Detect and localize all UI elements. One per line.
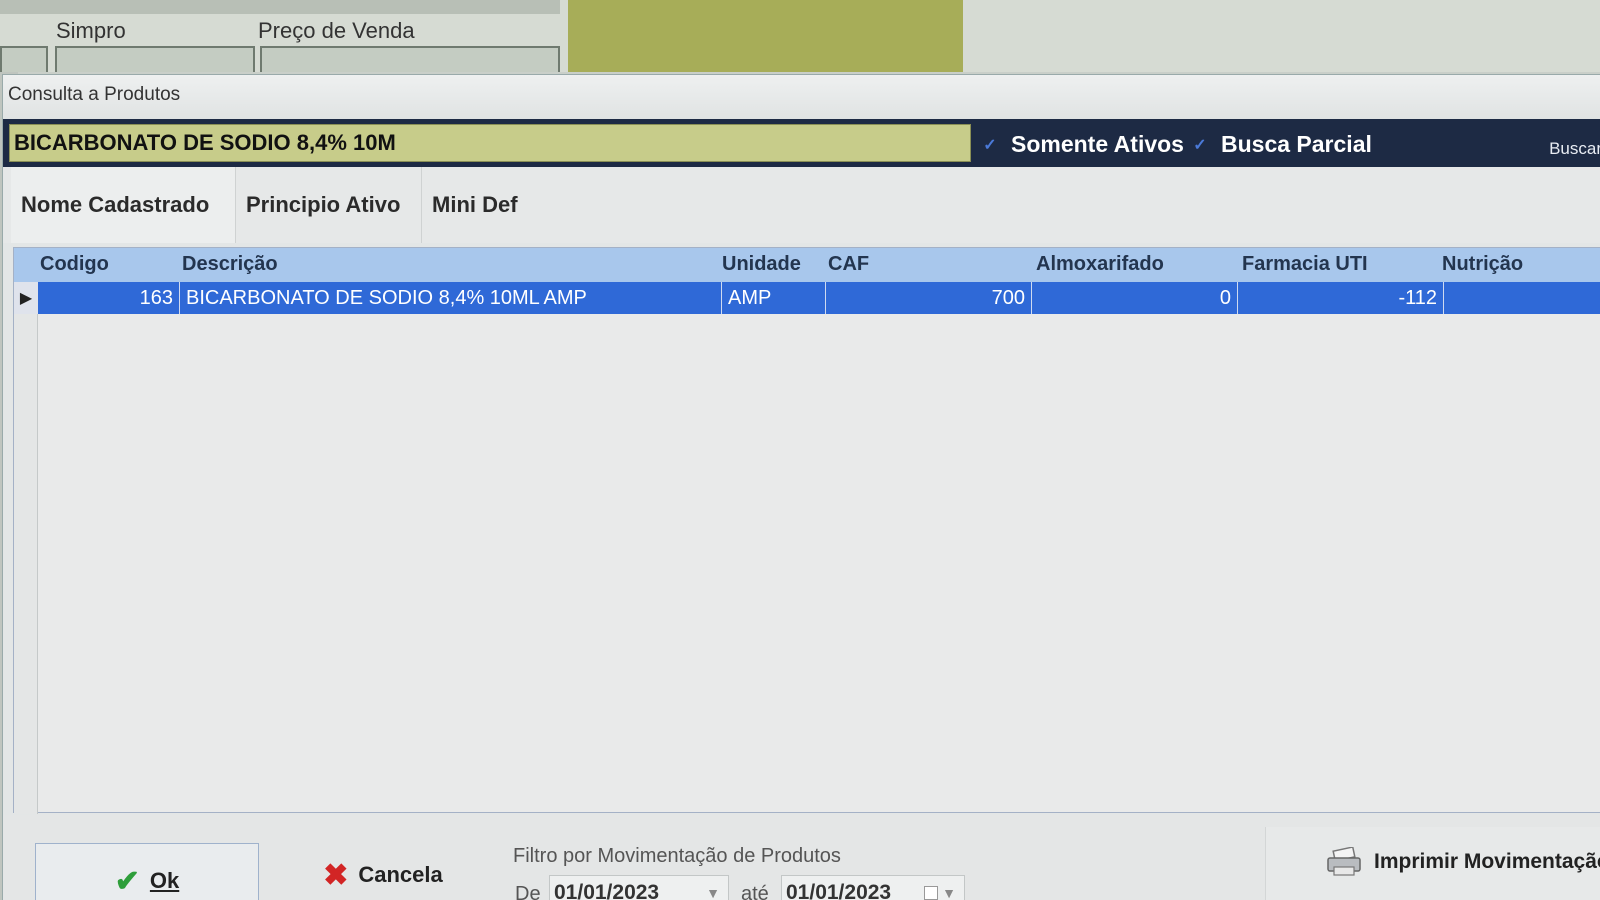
cancel-button[interactable]: ✖ Cancela [313,845,453,900]
column-header-descricao[interactable]: Descrição [182,253,278,276]
tab-nome-cadastrado[interactable]: Nome Cadastrado [11,167,235,243]
checkmark-icon: ✔ [114,864,140,898]
cell-caf[interactable]: 700 [826,282,1032,314]
filter-title: Filtro por Movimentação de Produtos [513,845,841,867]
buscar-button[interactable]: Buscar [1549,139,1600,159]
column-header-unidade[interactable]: Unidade [722,253,801,276]
column-header-farmacia-uti[interactable]: Farmacia UTI [1242,253,1368,276]
somente-ativos-checkbox[interactable]: ✓ Somente Ativos [979,131,1184,158]
cell-almoxarifado[interactable]: 0 [1032,282,1238,314]
date-to-label: até [741,883,769,900]
cell-codigo[interactable]: 163 [38,282,180,314]
date-checkbox[interactable] [924,886,938,900]
ok-button-label: Ok [149,868,180,893]
column-header-almoxarifado[interactable]: Almoxarifado [1036,253,1164,276]
background-field [0,46,48,72]
cell-unidade[interactable]: AMP [722,282,826,314]
table-row[interactable]: ▶ 163 BICARBONATO DE SODIO 8,4% 10ML AMP… [14,282,1600,314]
print-panel: Imprimir Movimentação [1265,827,1600,900]
ok-button[interactable]: ✔ Ok [35,843,259,900]
tab-mini-def[interactable]: Mini Def [421,167,531,243]
column-header-nutricao[interactable]: Nutrição [1442,253,1523,276]
column-header-caf[interactable]: CAF [828,253,869,276]
chevron-down-icon[interactable]: ▼ [706,885,720,900]
products-grid: Codigo Descrição Unidade CAF Almoxarifad… [13,247,1600,814]
busca-parcial-checkbox[interactable]: ✓ Busca Parcial [1189,131,1372,158]
background-green-panel [568,0,963,72]
tab-principio-ativo[interactable]: Principio Ativo [235,167,421,243]
dialog-footer: ✔ Ok ✖ Cancela Filtro por Movimentação d… [3,815,1600,900]
date-from-value: 01/01/2023 [554,881,660,900]
close-icon: ✖ [323,858,349,892]
search-bar: ✓ Somente Ativos ✓ Busca Parcial Buscar [3,119,1600,167]
cell-farmacia-uti[interactable]: -112 [1238,282,1444,314]
printer-icon [1327,847,1361,876]
search-input[interactable] [9,124,971,162]
background-form: Simpro Preço de Venda [0,0,1600,72]
date-from-field[interactable]: 01/01/2023 ▼ [549,875,729,900]
preco-de-venda-label: Preço de Venda [258,18,415,43]
date-to-value: 01/01/2023 [786,881,892,900]
cell-nutricao[interactable] [1444,282,1600,314]
imprimir-movimentacao-label: Imprimir Movimentação [1374,850,1600,873]
simpro-field [55,46,255,72]
search-tabs: Nome Cadastrado Principio Ativo Mini Def [3,167,1600,243]
chevron-down-icon[interactable]: ▼ [942,885,956,900]
preco-de-venda-field [260,46,560,72]
cell-descricao[interactable]: BICARBONATO DE SODIO 8,4% 10ML AMP [180,282,722,314]
row-indicator-icon: ▶ [14,282,38,314]
cancel-button-label: Cancela [358,862,443,887]
checkmark-icon: ✓ [1193,136,1207,154]
simpro-label: Simpro [56,18,126,43]
date-to-field[interactable]: 01/01/2023 ▼ [781,875,965,900]
background-strip [0,0,560,14]
date-from-label: De [515,883,541,900]
somente-ativos-label: Somente Ativos [1011,131,1184,157]
checkmark-icon: ✓ [983,136,997,154]
imprimir-movimentacao-button[interactable]: Imprimir Movimentação [1326,847,1600,877]
grid-row-gutter [14,314,38,814]
column-header-codigo[interactable]: Codigo [40,253,109,276]
busca-parcial-label: Busca Parcial [1221,131,1372,157]
grid-header: Codigo Descrição Unidade CAF Almoxarifad… [14,248,1600,282]
dialog-titlebar[interactable]: Consulta a Produtos [3,75,1600,119]
consulta-produtos-dialog: Consulta a Produtos ✓ Somente Ativos ✓ B… [2,74,1600,900]
dialog-title: Consulta a Produtos [8,84,181,105]
